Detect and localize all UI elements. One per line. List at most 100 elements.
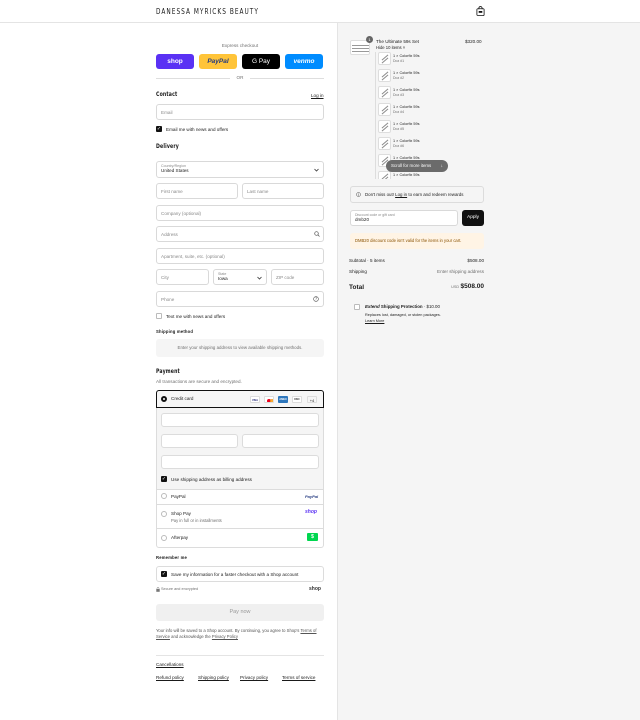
lock-icon [156, 587, 160, 592]
protection-checkbox[interactable] [354, 304, 360, 310]
shipping-value: Enter shipping address [437, 269, 484, 274]
paypal-label: PayPal [171, 494, 186, 499]
card-number-input[interactable] [161, 413, 319, 427]
cancellations-link[interactable]: Cancellations [156, 662, 184, 667]
refund-policy-link[interactable]: Refund policy [156, 675, 184, 680]
payment-title: Payment [156, 368, 180, 375]
card-cvc-input[interactable] [242, 434, 319, 448]
credit-card-radio[interactable] [161, 396, 167, 402]
card-expiry-input[interactable] [161, 434, 238, 448]
item-thumbnail [378, 86, 391, 99]
news-checkbox[interactable]: ✓ [156, 126, 162, 132]
more-cards-badge: +4 [307, 396, 317, 403]
discount-value: dmb20 [355, 217, 370, 222]
extend-logo: Extend [365, 304, 380, 309]
privacy-policy-link[interactable]: Privacy Policy [212, 634, 238, 639]
scroll-more-pill[interactable]: Scroll for more items ↓ [386, 160, 448, 172]
terms-of-service-footer-link[interactable]: Terms of service [282, 675, 315, 680]
discount-input[interactable]: Discount code or gift card dmb20 [350, 210, 458, 226]
state-value: Iowa [218, 276, 228, 281]
protection-name: Shipping Protection [380, 304, 423, 309]
paypal-button[interactable]: PayPal [199, 54, 237, 69]
privacy-policy-footer-link[interactable]: Privacy policy [240, 675, 268, 680]
divider [156, 655, 324, 656]
chevron-down-icon [257, 276, 262, 280]
arrow-down-icon: ↓ [440, 163, 443, 168]
item-thumbnail [378, 171, 391, 179]
header: DANESSA MYRICKS BEAUTY [0, 0, 640, 23]
apply-button[interactable]: Apply [462, 210, 484, 226]
shipping-policy-link[interactable]: Shipping policy [198, 675, 229, 680]
help-icon[interactable]: ? [313, 296, 319, 302]
protection-desc: Replaces lost, damaged, or stolen packag… [365, 313, 441, 317]
afterpay-logo-icon: $ [307, 533, 318, 541]
chevron-down-icon [314, 168, 319, 172]
item-name: 1 × Colorfix 59s [393, 105, 420, 109]
hide-items-toggle[interactable]: Hide 10 items ˄ [376, 45, 405, 50]
discount-error: DMB20 discount code isn't valid for the … [350, 233, 484, 249]
item-variant: Doz #3 [393, 93, 405, 97]
item-variant: Doz #4 [393, 110, 405, 114]
city-input[interactable]: City [156, 269, 209, 285]
shoppay-label: Shop Pay [171, 511, 191, 516]
amex-icon: AMEX [278, 396, 288, 403]
email-input[interactable]: Email [156, 104, 324, 120]
shop-pay-button[interactable]: shop [156, 54, 194, 69]
shopping-bag-icon[interactable] [476, 6, 485, 16]
info-icon [356, 192, 361, 197]
credit-card-label: Credit card [171, 396, 194, 401]
subtotal-label: Subtotal · 5 items [349, 258, 385, 263]
remember-checkbox[interactable]: ✓ [161, 571, 167, 577]
delivery-title: Delivery [156, 143, 180, 150]
divider [156, 489, 324, 490]
disclaimer-text: Your info will be saved to a Shop accoun… [156, 628, 300, 633]
svg-text:?: ? [315, 297, 317, 302]
item-name: 1 × Colorfix 59s [393, 54, 420, 58]
rewards-text: Don't miss out! Log in to earn and redee… [365, 192, 464, 197]
brand-logo[interactable]: DANESSA MYRICKS BEAUTY [156, 7, 259, 16]
country-value: United States [161, 168, 189, 173]
news-checkbox-label: Email me with news and offers [166, 127, 229, 132]
apartment-input[interactable]: Apartment, suite, etc. (optional) [156, 248, 324, 264]
total-value: $508.00 [460, 283, 485, 290]
first-name-input[interactable]: First name [156, 183, 238, 199]
rewards-login-link[interactable]: Log in [395, 192, 407, 197]
venmo-button[interactable]: venmo [285, 54, 323, 69]
item-name: 1 × Colorfix 59s [393, 173, 420, 177]
shoppay-subtitle: Pay in full or in installments [171, 518, 222, 523]
shoppay-logo-icon: shop [305, 509, 317, 515]
country-select[interactable]: Country/Region United States [156, 161, 324, 178]
product-name: The Ultimate 59s Set [376, 39, 419, 44]
google-pay-button[interactable]: G Pay [242, 54, 280, 69]
item-variant: Doz #1 [393, 59, 405, 63]
address-input[interactable]: Address [156, 226, 324, 242]
text-news-checkbox[interactable] [156, 313, 162, 319]
item-name: 1 × Colorfix 59s [393, 139, 420, 143]
currency-label: USD [451, 285, 460, 289]
item-variant: Doz #5 [393, 127, 405, 131]
paypal-logo-icon: PayPal [305, 494, 319, 499]
shoppay-radio[interactable] [161, 511, 167, 517]
protection-price: · $10.00 [423, 304, 440, 309]
zip-input[interactable]: ZIP code [271, 269, 324, 285]
mastercard-icon [264, 396, 274, 403]
item-thumbnail [378, 69, 391, 82]
item-thumbnail [378, 52, 391, 65]
billing-label: Use shipping address as billing address [171, 477, 252, 482]
afterpay-label: Afterpay [171, 535, 189, 540]
card-name-input[interactable] [161, 455, 319, 469]
pay-now-button[interactable]: Pay now [156, 604, 324, 621]
remember-label: Save my information for a faster checkou… [171, 572, 299, 577]
item-variant: Doz #6 [393, 144, 405, 148]
paypal-radio[interactable] [161, 493, 167, 499]
phone-input[interactable]: Phone [156, 291, 324, 307]
last-name-input[interactable]: Last name [242, 183, 324, 199]
text-news-label: Text me with news and offers [166, 314, 226, 319]
learn-more-link[interactable]: Learn More [365, 319, 384, 323]
company-input[interactable]: Company (optional) [156, 205, 324, 221]
login-link[interactable]: Log in [311, 93, 324, 98]
subtotal-value: $508.00 [467, 258, 484, 263]
total-label: Total [349, 284, 365, 291]
afterpay-radio[interactable] [161, 535, 167, 541]
billing-checkbox[interactable]: ✓ [161, 476, 167, 482]
